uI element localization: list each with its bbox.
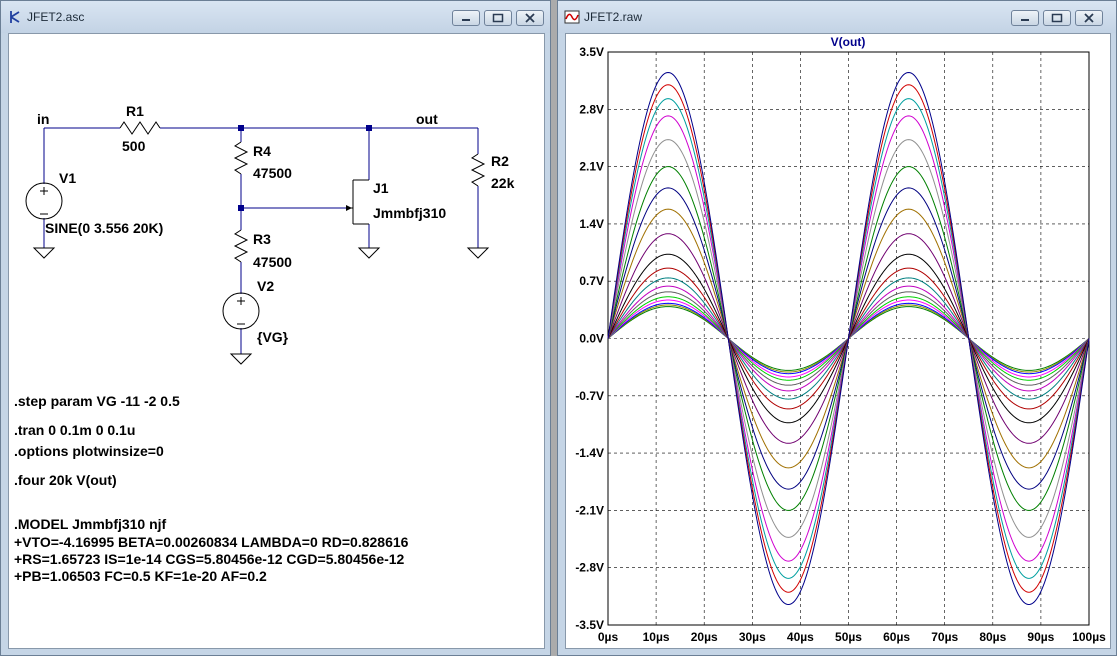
x-tick-label: 90µs — [1027, 630, 1054, 644]
v1-symbol — [25, 182, 63, 220]
r1-value: 500 — [122, 138, 146, 154]
schematic-window[interactable]: JFET2.asc in out R1 500 R4 47500 R3 4750… — [0, 0, 551, 656]
trace-label-vout[interactable]: V(out) — [831, 35, 866, 49]
y-tick-label: 0.0V — [579, 332, 604, 346]
r3-value: 47500 — [253, 254, 292, 270]
x-tick-label: 60µs — [883, 630, 910, 644]
j1-gate-arrow — [346, 205, 352, 211]
x-tick-label: 70µs — [931, 630, 958, 644]
waveform-app-icon — [564, 10, 580, 24]
maximize-button[interactable] — [484, 10, 512, 26]
schematic-app-icon — [10, 11, 20, 23]
x-tick-label: 40µs — [787, 630, 814, 644]
y-tick-label: 2.1V — [579, 160, 604, 174]
maximize-icon — [492, 13, 504, 23]
schematic-canvas[interactable]: in out R1 500 R4 47500 R3 47500 R2 22k V… — [8, 33, 545, 649]
step-directive[interactable]: .step param VG -11 -2 0.5 — [14, 393, 180, 409]
v2-value: {VG} — [257, 329, 289, 345]
v1-name: V1 — [59, 170, 76, 186]
y-tick-label: -2.1V — [575, 503, 604, 517]
y-tick-label: 3.5V — [579, 45, 604, 59]
four-directive[interactable]: .four 20k V(out) — [14, 472, 117, 488]
waveform-plot-pane[interactable]: 3.5V 2.8V 2.1V 1.4V 0.7V 0.0V -0.7V -1.4V -2.1V -… — [565, 33, 1111, 649]
close-button[interactable] — [516, 10, 544, 26]
y-tick-label: 0.7V — [579, 274, 604, 288]
net-label-out: out — [416, 111, 438, 127]
maximize-icon — [1051, 13, 1063, 23]
r2-name: R2 — [491, 153, 509, 169]
r2-value: 22k — [491, 175, 515, 191]
model-directive-line-1[interactable]: .MODEL Jmmbfj310 njf — [14, 516, 166, 532]
r1-symbol — [119, 121, 161, 135]
r1-name: R1 — [126, 103, 144, 119]
x-axis-tick-labels: 0µs 10µs 20µs 30µs 40µs 50µs 60µs 70µs 80µs 90µs 1… — [598, 630, 1106, 644]
v2-name: V2 — [257, 278, 274, 294]
x-tick-label: 20µs — [691, 630, 718, 644]
x-tick-label: 10µs — [643, 630, 670, 644]
y-tick-label: -1.4V — [575, 446, 604, 460]
close-button[interactable] — [1075, 10, 1103, 26]
minimize-button[interactable] — [1011, 10, 1039, 26]
v2-symbol — [222, 292, 260, 330]
minimize-icon — [1021, 19, 1029, 21]
waveform-window-title: JFET2.raw — [584, 10, 643, 24]
waveform-window[interactable]: JFET2.raw 3.5V 2.8V 2.1V 1.4V 0.7V 0.0V -0.7V -… — [557, 0, 1117, 656]
minimize-icon — [462, 19, 470, 21]
waveform-plot[interactable]: 3.5V 2.8V 2.1V 1.4V 0.7V 0.0V -0.7V -1.4V -2.1V -… — [566, 34, 1111, 649]
v1-value: SINE(0 3.556 20K) — [45, 220, 163, 236]
waveform-titlebar[interactable]: JFET2.raw — [558, 1, 1116, 33]
r4-name: R4 — [253, 143, 271, 159]
options-directive[interactable]: .options plotwinsize=0 — [14, 443, 164, 459]
model-directive-line-4[interactable]: +PB=1.06503 FC=0.5 KF=1e-20 AF=0.2 — [14, 568, 267, 584]
r3-name: R3 — [253, 231, 271, 247]
x-tick-label: 30µs — [739, 630, 766, 644]
tran-directive[interactable]: .tran 0 0.1m 0 0.1u — [14, 422, 135, 438]
close-icon — [1084, 13, 1094, 23]
r2-symbol — [470, 153, 486, 187]
y-tick-label: 2.8V — [579, 102, 604, 116]
maximize-button[interactable] — [1043, 10, 1071, 26]
schematic-titlebar[interactable]: JFET2.asc — [1, 1, 550, 33]
close-icon — [525, 13, 535, 23]
schematic-window-title: JFET2.asc — [27, 10, 85, 24]
y-tick-label: -2.8V — [575, 561, 604, 575]
y-axis-tick-labels: 3.5V 2.8V 2.1V 1.4V 0.7V 0.0V -0.7V -1.4V -2.1V -… — [575, 45, 604, 632]
r3-symbol — [233, 229, 249, 263]
y-tick-label: 1.4V — [579, 217, 604, 231]
minimize-button[interactable] — [452, 10, 480, 26]
model-directive-line-3[interactable]: +RS=1.65723 IS=1e-14 CGS=5.80456e-12 CGD… — [14, 551, 404, 567]
model-directive-line-2[interactable]: +VTO=-4.16995 BETA=0.00260834 LAMBDA=0 R… — [14, 534, 408, 550]
net-label-in: in — [37, 111, 49, 127]
x-tick-label: 80µs — [979, 630, 1006, 644]
r4-symbol — [233, 141, 249, 175]
r4-value: 47500 — [253, 165, 292, 181]
x-tick-label: 100µs — [1072, 630, 1106, 644]
y-tick-label: -0.7V — [575, 389, 604, 403]
j1-name: J1 — [373, 180, 389, 196]
j1-symbol — [347, 179, 369, 225]
x-tick-label: 0µs — [598, 630, 619, 644]
j1-value: Jmmbfj310 — [373, 205, 446, 221]
x-tick-label: 50µs — [835, 630, 862, 644]
